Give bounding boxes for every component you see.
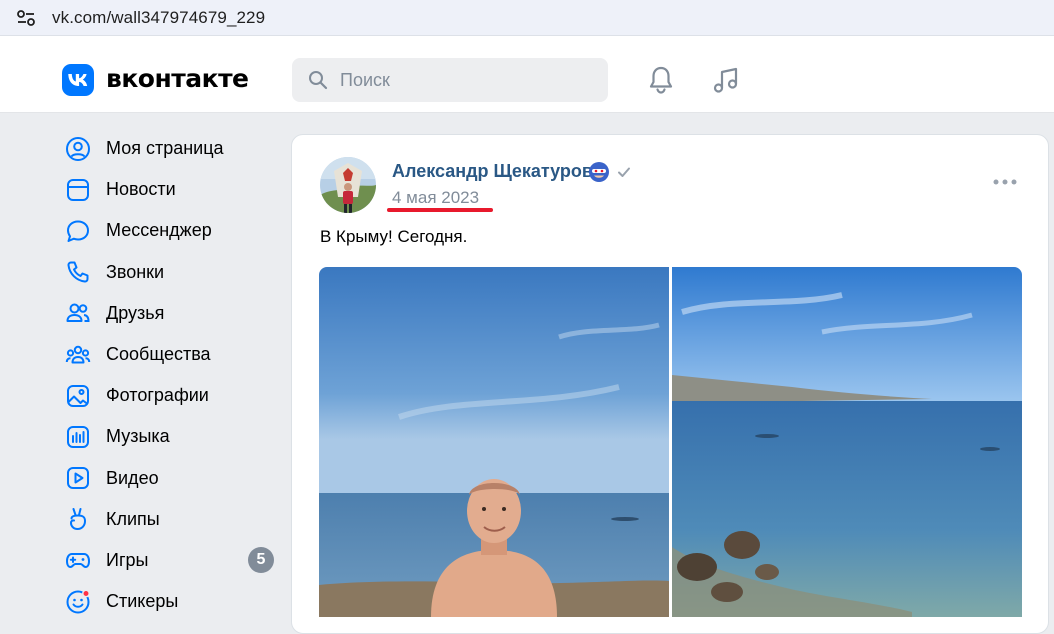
music-wave-icon xyxy=(64,423,92,451)
sidebar-item-label: Друзья xyxy=(106,302,165,323)
sidebar-item-photos[interactable]: Фотографии xyxy=(52,375,280,416)
sidebar-item-calls[interactable]: Звонки xyxy=(52,252,280,293)
browser-address-bar: vk.com/wall347974679_229 xyxy=(0,0,1054,36)
more-options-icon[interactable] xyxy=(992,177,1018,187)
sidebar-item-communities[interactable]: Сообщества xyxy=(52,334,280,375)
friends-icon xyxy=(64,299,92,327)
sidebar-item-games[interactable]: Игры 5 xyxy=(52,540,280,581)
sidebar-item-video[interactable]: Видео xyxy=(52,458,280,499)
sidebar-item-news[interactable]: Новости xyxy=(52,169,280,210)
sidebar-item-messenger[interactable]: Мессенджер xyxy=(52,210,280,251)
phone-icon xyxy=(64,258,92,286)
avatar[interactable] xyxy=(320,157,376,213)
search-box[interactable] xyxy=(292,58,608,102)
wall-post: Александр Щекатуров 4 мая 2023 В Крыму! … xyxy=(291,134,1049,634)
search-icon xyxy=(309,71,328,90)
sidebar-item-music[interactable]: Музыка xyxy=(52,416,280,457)
sidebar-item-label: Сообщества xyxy=(106,344,211,365)
vk-logo-icon[interactable] xyxy=(62,64,94,96)
url-text[interactable]: vk.com/wall347974679_229 xyxy=(52,8,265,28)
gamepad-icon xyxy=(64,546,92,574)
sidebar-item-label: Новости xyxy=(106,179,176,200)
sidebar-item-stickers[interactable]: Стикеры xyxy=(52,581,280,622)
sidebar-item-clips[interactable]: Клипы xyxy=(52,499,280,540)
site-settings-icon[interactable] xyxy=(16,9,36,27)
sidebar-item-label: Мессенджер xyxy=(106,220,212,241)
search-input[interactable] xyxy=(340,58,590,102)
sidebar-item-my-page[interactable]: Моя страница xyxy=(52,128,280,169)
post-author-name[interactable]: Александр Щекатуров xyxy=(392,161,593,182)
sidebar-item-label: Фотографии xyxy=(106,385,209,406)
sidebar-item-label: Видео xyxy=(106,467,159,488)
communities-icon xyxy=(64,341,92,369)
beach-selfie-photo[interactable] xyxy=(319,267,669,617)
date-annotation-underline xyxy=(387,208,493,212)
stickers-icon xyxy=(64,588,92,616)
bell-icon[interactable] xyxy=(646,64,676,96)
browser-toolbar-gap xyxy=(0,36,1054,46)
message-icon xyxy=(64,217,92,245)
sidebar-item-label: Моя страница xyxy=(106,138,224,159)
post-text: В Крыму! Сегодня. xyxy=(320,227,468,246)
music-icon[interactable] xyxy=(710,64,742,96)
sidebar-item-label: Звонки xyxy=(106,261,165,282)
sidebar-item-friends[interactable]: Друзья xyxy=(52,293,280,334)
photos-icon xyxy=(64,382,92,410)
checkmark-icon xyxy=(618,167,630,177)
sidebar-item-label: Игры xyxy=(106,549,149,570)
clips-icon xyxy=(64,505,92,533)
sidebar-item-label: Клипы xyxy=(106,508,160,529)
site-header: вконтакте xyxy=(0,46,1054,113)
post-date[interactable]: 4 мая 2023 xyxy=(392,188,479,208)
news-icon xyxy=(64,176,92,204)
avatar-badge-icon xyxy=(588,161,610,183)
games-count-badge: 5 xyxy=(248,547,274,574)
video-icon xyxy=(64,464,92,492)
sidebar-item-label: Музыка xyxy=(106,426,170,447)
sea-coast-photo[interactable] xyxy=(672,267,1022,617)
user-circle-icon xyxy=(64,135,92,163)
logo-text[interactable]: вконтакте xyxy=(106,64,249,93)
sidebar-item-label: Стикеры xyxy=(106,591,179,612)
left-sidebar: Моя страница Новости Мессенджер Звонки Д… xyxy=(52,128,280,622)
